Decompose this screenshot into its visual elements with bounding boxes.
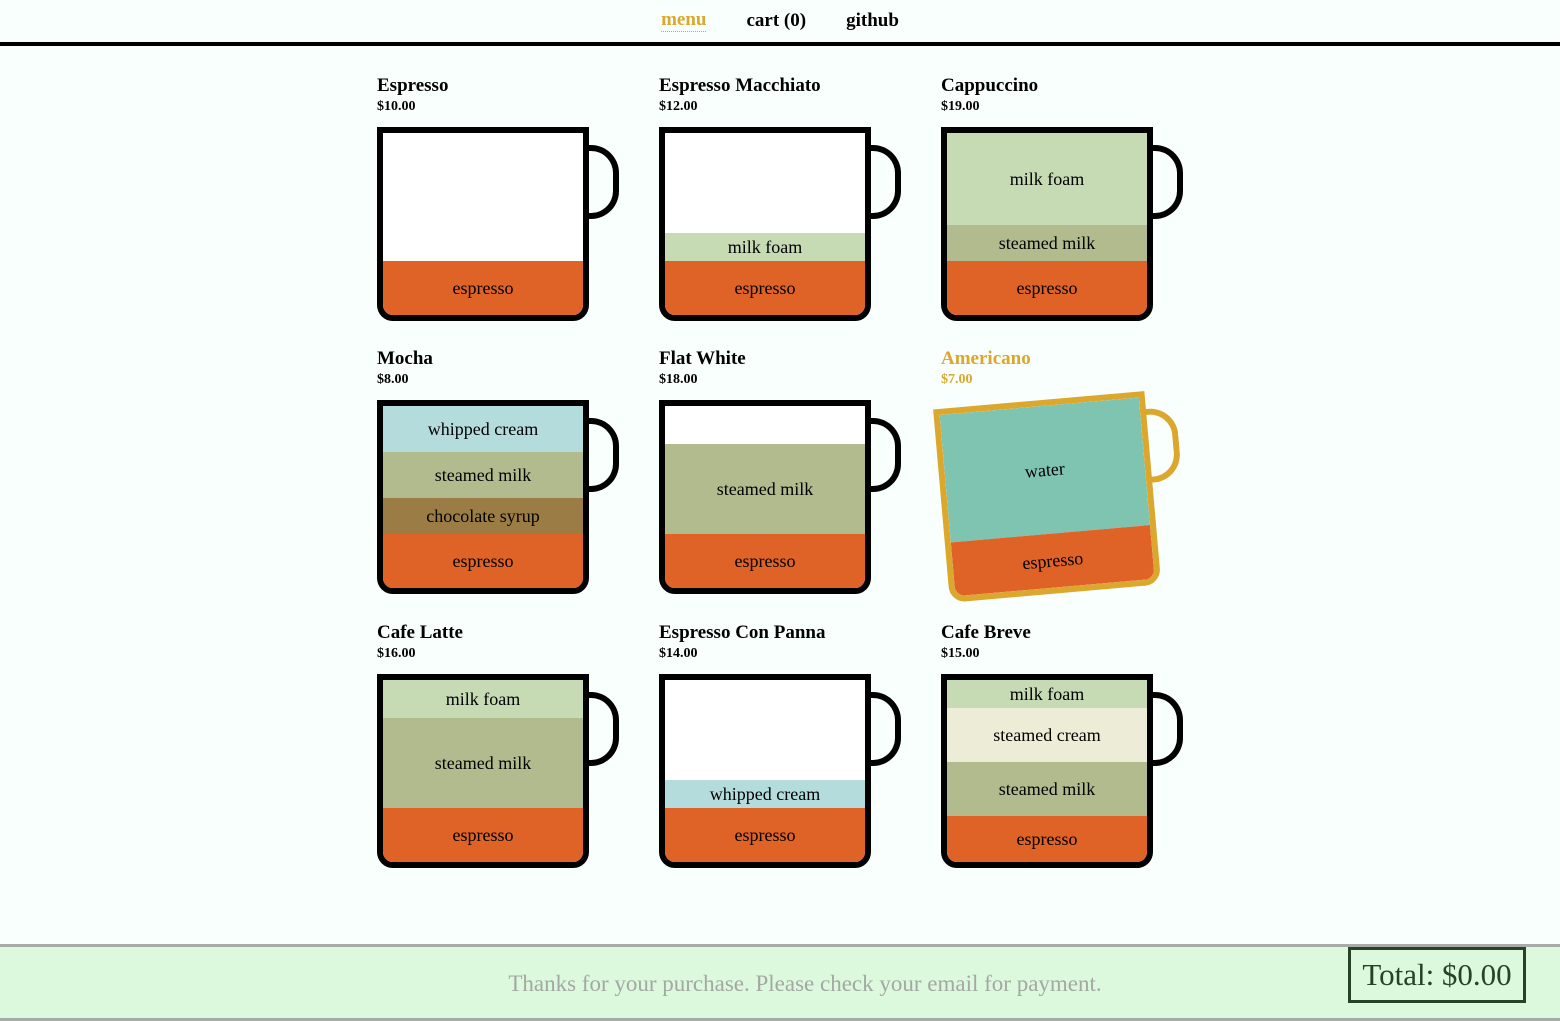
nav-cart-link[interactable]: cart (0) — [746, 10, 806, 32]
mug-illustration: espresso — [377, 127, 622, 322]
mug-cup: espresso steamed milk — [659, 400, 871, 594]
menu-item[interactable]: Espresso Con Panna $14.00 espresso whipped … — [659, 623, 909, 883]
mug-cup: espresso steamed milk milk foam — [377, 674, 589, 868]
item-price: $14.00 — [659, 646, 698, 661]
mug-handle — [1147, 692, 1183, 766]
drink-layer-steamedcream: steamed cream — [947, 708, 1147, 762]
drink-layer-chocolatesyrup: chocolate syrup — [383, 498, 583, 534]
nav-github-link[interactable]: github — [846, 10, 899, 32]
item-price: $10.00 — [377, 99, 416, 114]
menu-item[interactable]: Cappuccino $19.00 espresso steamed milk milk… — [941, 76, 1191, 336]
item-name: Espresso Con Panna — [659, 622, 826, 643]
drink-layer-milkfoam: milk foam — [947, 680, 1147, 708]
drink-layer-espresso: espresso — [383, 808, 583, 862]
mug-illustration: espresso milk foam — [659, 127, 904, 322]
drink-layer-milkfoam: milk foam — [383, 680, 583, 718]
drink-layer-steamedmilk: steamed milk — [383, 718, 583, 808]
drink-layer-espresso: espresso — [383, 534, 583, 588]
drink-layer-steamedmilk: steamed milk — [947, 225, 1147, 261]
drink-layer-espresso: espresso — [665, 261, 865, 315]
item-name: Cafe Latte — [377, 622, 463, 643]
mug-cup: espresso water — [933, 391, 1162, 603]
item-price: $8.00 — [377, 372, 409, 387]
menu-item[interactable]: Espresso $10.00 espresso — [377, 76, 627, 336]
item-name: Flat White — [659, 348, 746, 369]
item-name: Espresso — [377, 75, 449, 96]
mug-cup: espresso steamed milk milk foam — [941, 127, 1153, 321]
mug-handle — [1147, 145, 1183, 219]
mug-illustration: espresso water — [933, 388, 1194, 604]
mug-cup: espresso chocolate syrup steamed milk whipp… — [377, 400, 589, 594]
item-price: $18.00 — [659, 372, 698, 387]
menu-item[interactable]: Cafe Breve $15.00 espresso steamed milk stea… — [941, 623, 1191, 883]
item-name: Mocha — [377, 348, 433, 369]
menu-item[interactable]: Flat White $18.00 espresso steamed milk — [659, 349, 909, 609]
mug-illustration: espresso chocolate syrup steamed milk whipp… — [377, 400, 622, 595]
drink-layer-steamedmilk: steamed milk — [947, 762, 1147, 816]
mug-cup: espresso milk foam — [659, 127, 871, 321]
item-name: Americano — [941, 348, 1031, 369]
item-price: $12.00 — [659, 99, 698, 114]
mug-handle — [1139, 406, 1183, 484]
item-price: $16.00 — [377, 646, 416, 661]
drink-layer-steamedmilk: steamed milk — [665, 444, 865, 534]
drink-layer-water: water — [939, 397, 1151, 543]
mug-handle — [583, 145, 619, 219]
drink-layer-whippedcream: whipped cream — [383, 406, 583, 452]
footer-bar: Thanks for your purchase. Please check y… — [0, 944, 1560, 1021]
mug-illustration: espresso steamed milk steamed cream milk fo… — [941, 674, 1186, 869]
mug-handle — [865, 418, 901, 492]
menu-item[interactable]: Mocha $8.00 espresso chocolate syrup steamed… — [377, 349, 627, 609]
drink-layer-milkfoam: milk foam — [665, 233, 865, 261]
nav-menu-link[interactable]: menu — [661, 10, 707, 32]
mug-handle — [865, 145, 901, 219]
item-price: $15.00 — [941, 646, 980, 661]
mug-illustration: espresso whipped cream — [659, 674, 904, 869]
mug-illustration: espresso steamed milk — [659, 400, 904, 595]
top-nav: menu cart (0) github — [0, 0, 1560, 46]
menu-item[interactable]: Espresso Macchiato $12.00 espresso milk foa… — [659, 76, 909, 336]
item-name: Cafe Breve — [941, 622, 1031, 643]
drink-layer-espresso: espresso — [947, 816, 1147, 862]
item-name: Cappuccino — [941, 75, 1039, 96]
drink-layer-espresso: espresso — [383, 261, 583, 315]
item-price: $7.00 — [941, 372, 973, 387]
drink-layer-whippedcream: whipped cream — [665, 780, 865, 808]
mug-illustration: espresso steamed milk milk foam — [941, 127, 1186, 322]
mug-cup: espresso steamed milk steamed cream milk fo… — [941, 674, 1153, 868]
mug-handle — [865, 692, 901, 766]
drink-layer-milkfoam: milk foam — [947, 133, 1147, 225]
nav-links: menu cart (0) github — [0, 10, 1560, 32]
mug-handle — [583, 692, 619, 766]
item-name: Espresso Macchiato — [659, 75, 821, 96]
drink-layer-espresso: espresso — [665, 808, 865, 862]
drink-layer-steamedmilk: steamed milk — [383, 452, 583, 498]
mug-handle — [583, 418, 619, 492]
mug-illustration: espresso steamed milk milk foam — [377, 674, 622, 869]
drink-layer-espresso: espresso — [665, 534, 865, 588]
item-price: $19.00 — [941, 99, 980, 114]
purchase-message: Thanks for your purchase. Please check y… — [508, 971, 1102, 996]
menu-item[interactable]: Cafe Latte $16.00 espresso steamed milk milk… — [377, 623, 627, 883]
mug-cup: espresso — [377, 127, 589, 321]
mug-cup: espresso whipped cream — [659, 674, 871, 868]
total-button[interactable]: Total: $0.00 — [1348, 947, 1526, 1003]
menu-item[interactable]: Americano $7.00 espresso water — [933, 348, 1191, 609]
drink-layer-espresso: espresso — [947, 261, 1147, 315]
